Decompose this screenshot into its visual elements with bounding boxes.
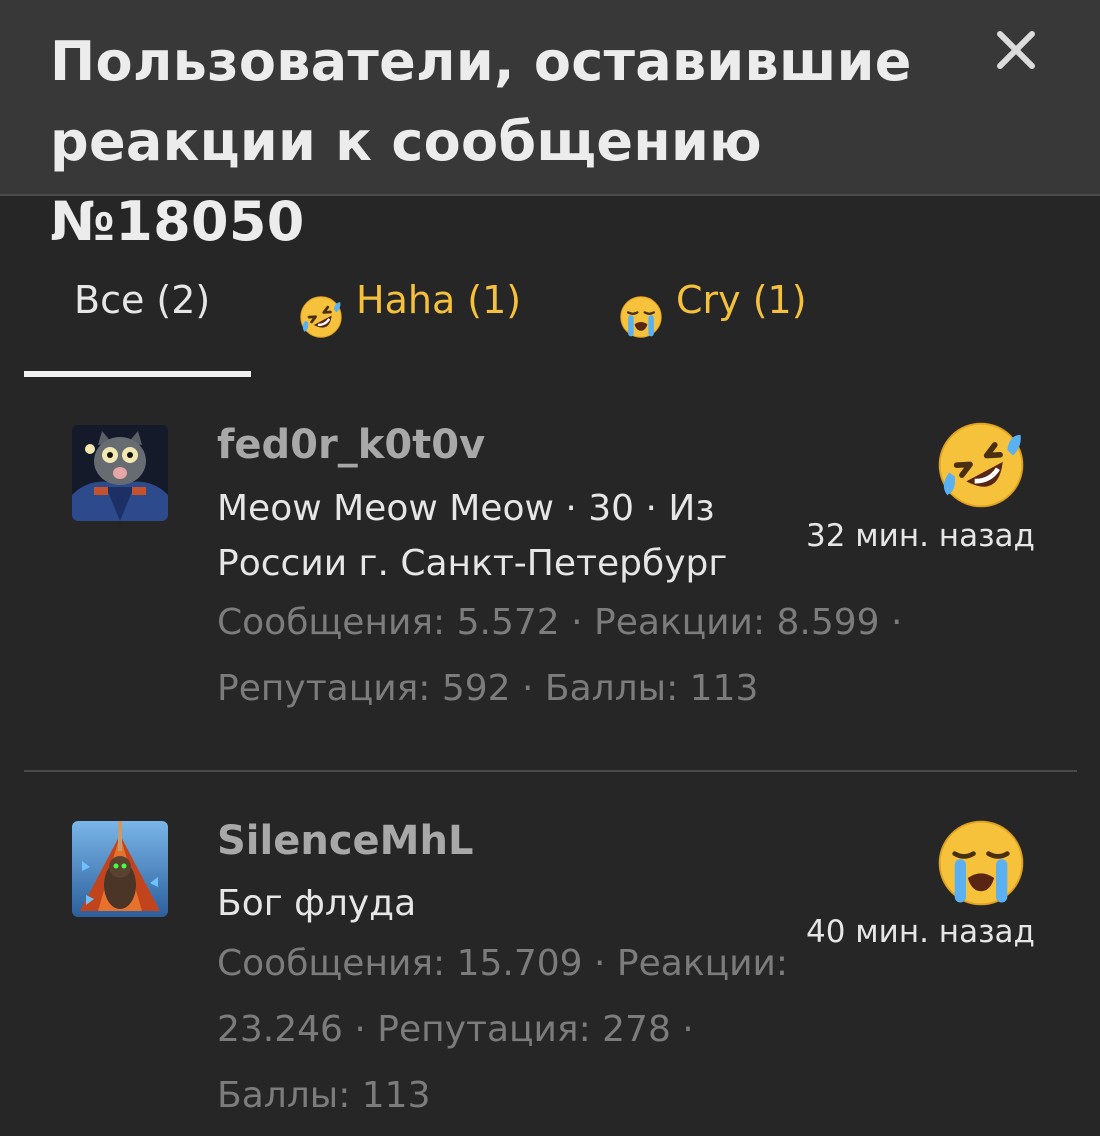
overlay-header: Пользователи, оставившие реакции к сообщ… [0, 0, 1100, 253]
reaction-tabs: Все (2) Haha (1) Cry (1) [0, 250, 1100, 380]
username[interactable]: fed0r_k0t0v [217, 422, 485, 468]
user-stats: Сообщения: 15.709 · Реакции: 23.246 · Ре… [217, 943, 788, 1116]
tab-cry[interactable]: Cry (1) [618, 250, 807, 350]
user-title: Meow Meow Meow · 30 · Из России г. Санкт… [217, 488, 728, 584]
tab-haha[interactable]: Haha (1) [298, 250, 521, 350]
overlay-title: Пользователи, оставившие реакции к сообщ… [50, 30, 912, 253]
cry-emoji-icon [934, 816, 1028, 910]
tab-all[interactable]: Все (2) [74, 250, 210, 350]
close-button[interactable] [990, 24, 1042, 76]
reaction-time[interactable]: 40 мин. назад [806, 914, 1035, 950]
close-icon [997, 31, 1035, 69]
tab-all-label: Все (2) [74, 278, 211, 322]
haha-emoji-icon [934, 418, 1028, 512]
user-stats: Сообщения: 5.572 · Реакции: 8.599 · Репу… [217, 602, 903, 709]
active-tab-indicator [24, 371, 251, 377]
tab-cry-label: Cry (1) [676, 278, 807, 322]
user-title: Бог флуда [217, 883, 417, 924]
avatar[interactable] [72, 821, 168, 917]
tab-haha-label: Haha (1) [356, 278, 522, 322]
username[interactable]: SilenceMhL [217, 818, 473, 864]
reaction-time[interactable]: 32 мин. назад [806, 518, 1035, 554]
cry-emoji-icon [618, 277, 664, 338]
avatar[interactable] [72, 425, 168, 521]
reaction-item: fed0r_k0t0v Meow Meow Meow · 30 · Из Рос… [0, 400, 1100, 770]
haha-emoji-icon [298, 277, 344, 338]
reaction-item: SilenceMhL Бог флуда Сообщения: 15.709 ·… [0, 772, 1100, 1136]
